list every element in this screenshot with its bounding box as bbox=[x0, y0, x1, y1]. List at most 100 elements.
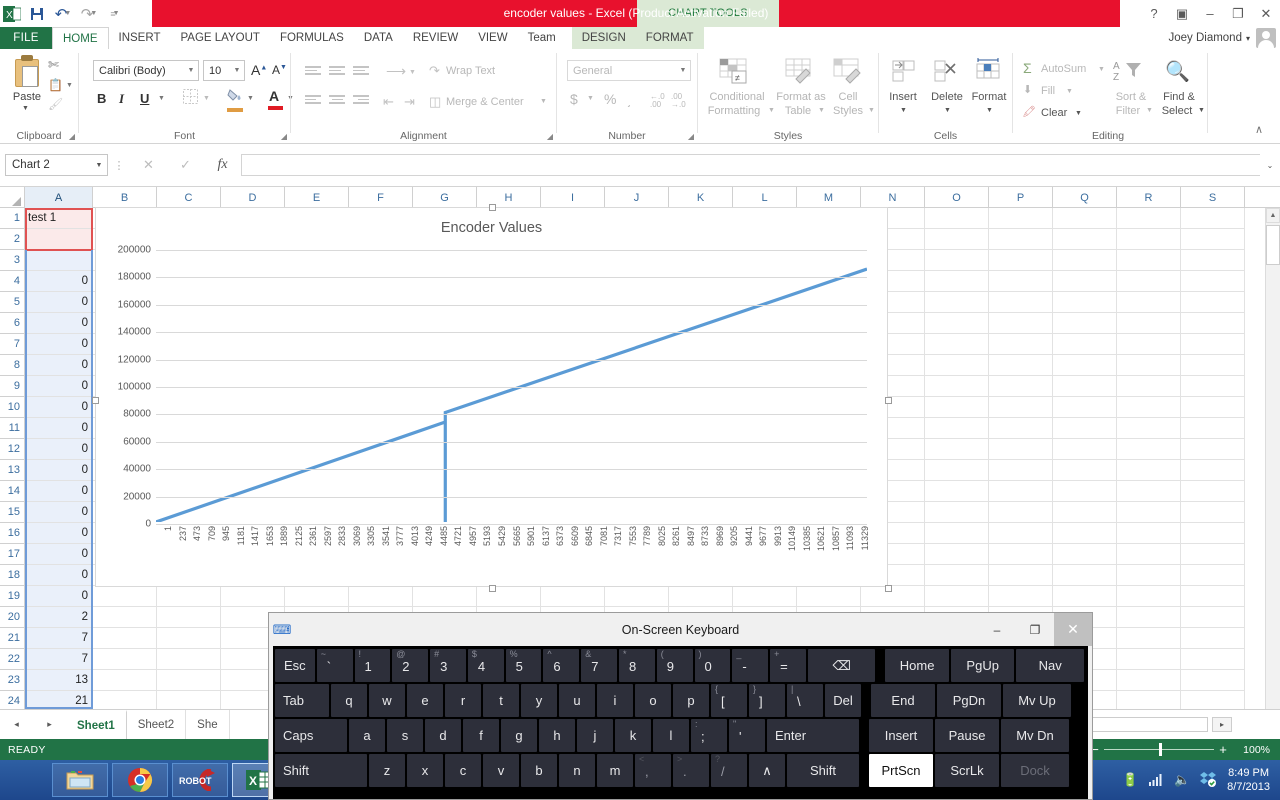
cell-A19[interactable]: 0 bbox=[25, 586, 93, 607]
column-header-g[interactable]: G bbox=[413, 187, 477, 208]
bold-button[interactable]: B bbox=[97, 91, 106, 106]
osk-key-7[interactable]: & 7 bbox=[581, 649, 617, 682]
cell-P19[interactable] bbox=[989, 586, 1053, 607]
collapse-ribbon-icon[interactable]: ∧ bbox=[1255, 123, 1263, 136]
cell-A9[interactable]: 0 bbox=[25, 376, 93, 397]
cell-S4[interactable] bbox=[1181, 271, 1245, 292]
cell-C23[interactable] bbox=[157, 670, 221, 691]
row-header-10[interactable]: 10 bbox=[0, 397, 25, 418]
osk-key-1[interactable]: ! 1 bbox=[354, 649, 391, 682]
cell-S13[interactable] bbox=[1181, 460, 1245, 481]
fill-label[interactable]: Fill bbox=[1041, 85, 1055, 97]
chart-title[interactable]: Encoder Values bbox=[96, 220, 887, 236]
cell-P7[interactable] bbox=[989, 334, 1053, 355]
cell-A13[interactable]: 0 bbox=[25, 460, 93, 481]
cell-Q14[interactable] bbox=[1053, 481, 1117, 502]
osk-key-j[interactable]: j bbox=[577, 719, 613, 752]
paste-icon[interactable] bbox=[12, 55, 42, 89]
vertical-scroll-thumb[interactable] bbox=[1266, 225, 1280, 265]
cell-P5[interactable] bbox=[989, 292, 1053, 313]
row-header-1[interactable]: 1 bbox=[0, 208, 25, 229]
cell-A3[interactable] bbox=[25, 250, 93, 271]
cell-Q4[interactable] bbox=[1053, 271, 1117, 292]
cell-S18[interactable] bbox=[1181, 565, 1245, 586]
cell-R15[interactable] bbox=[1117, 502, 1181, 523]
scroll-up-arrow-icon[interactable]: ▲ bbox=[1266, 208, 1280, 223]
cell-P9[interactable] bbox=[989, 376, 1053, 397]
sort-filter-caret-icon[interactable]: ▼ bbox=[1146, 107, 1153, 114]
cell-S23[interactable] bbox=[1181, 670, 1245, 691]
osk-key-c[interactable]: c bbox=[445, 754, 481, 787]
cell-A12[interactable]: 0 bbox=[25, 439, 93, 460]
cell-O1[interactable] bbox=[925, 208, 989, 229]
zoom-slider[interactable] bbox=[1104, 739, 1214, 760]
osk-key-prtscn[interactable]: PrtScn bbox=[869, 754, 933, 787]
osk-key-mv-dn[interactable]: Mv Dn bbox=[1001, 719, 1069, 752]
format-as-table-label-1[interactable]: Format as bbox=[776, 91, 826, 103]
osk-key-h[interactable]: h bbox=[539, 719, 575, 752]
cell-B22[interactable] bbox=[93, 649, 157, 670]
cell-A16[interactable]: 0 bbox=[25, 523, 93, 544]
cell-A5[interactable]: 0 bbox=[25, 292, 93, 313]
currency-caret-icon[interactable]: ▼ bbox=[587, 95, 594, 102]
cell-Q9[interactable] bbox=[1053, 376, 1117, 397]
osk-key-a[interactable]: a bbox=[349, 719, 385, 752]
cell-R10[interactable] bbox=[1117, 397, 1181, 418]
font-size-caret-icon[interactable]: ▼ bbox=[230, 67, 244, 74]
osk-key--[interactable]: + = bbox=[770, 649, 806, 682]
find-select-icon[interactable]: 🔍 bbox=[1165, 59, 1190, 84]
osk-key--[interactable]: ? / bbox=[711, 754, 747, 787]
osk-key-u[interactable]: u bbox=[559, 684, 595, 717]
osk-key-n[interactable]: n bbox=[559, 754, 595, 787]
underline-button[interactable]: U bbox=[140, 91, 149, 106]
sheet-nav-arrows[interactable]: ◂ ▸ bbox=[0, 719, 66, 730]
sort-filter-icon[interactable]: AZ bbox=[1113, 59, 1143, 90]
cell-O5[interactable] bbox=[925, 292, 989, 313]
cell-P6[interactable] bbox=[989, 313, 1053, 334]
expand-formula-bar-icon[interactable]: ⌄ bbox=[1260, 161, 1280, 170]
fill-icon[interactable]: ⬇ bbox=[1023, 83, 1032, 96]
cell-P18[interactable] bbox=[989, 565, 1053, 586]
cell-R18[interactable] bbox=[1117, 565, 1181, 586]
format-cells-icon[interactable] bbox=[975, 57, 1003, 90]
chart-object[interactable]: Encoder Values 0 20000 40000 60000 80000 1000… bbox=[92, 204, 892, 592]
cell-P12[interactable] bbox=[989, 439, 1053, 460]
osk-key-caps[interactable]: Caps bbox=[275, 719, 347, 752]
cell-R1[interactable] bbox=[1117, 208, 1181, 229]
row-header-17[interactable]: 17 bbox=[0, 544, 25, 565]
osk-key-2[interactable]: @2 bbox=[392, 649, 429, 682]
osk-key-g[interactable]: g bbox=[501, 719, 537, 752]
column-header-k[interactable]: K bbox=[669, 187, 733, 208]
cell-R14[interactable] bbox=[1117, 481, 1181, 502]
taskbar-item-robot[interactable]: ROBOT bbox=[172, 763, 228, 797]
orientation-caret-icon[interactable]: ▼ bbox=[409, 69, 416, 76]
sheet-next-icon[interactable]: ▸ bbox=[47, 719, 52, 730]
dropbox-icon[interactable] bbox=[1195, 771, 1221, 790]
osk-key-pause[interactable]: Pause bbox=[935, 719, 999, 752]
osk-key-e[interactable]: e bbox=[407, 684, 443, 717]
taskbar-clock[interactable]: 8:49 PM 8/7/2013 bbox=[1221, 766, 1280, 794]
cell-S10[interactable] bbox=[1181, 397, 1245, 418]
cell-R7[interactable] bbox=[1117, 334, 1181, 355]
cell-R23[interactable] bbox=[1117, 670, 1181, 691]
column-header-b[interactable]: B bbox=[93, 187, 157, 208]
osk-key--[interactable]: <, bbox=[635, 754, 671, 787]
select-all-button[interactable] bbox=[0, 187, 25, 208]
increase-indent-icon[interactable]: ⇥ bbox=[404, 94, 415, 110]
cell-Q6[interactable] bbox=[1053, 313, 1117, 334]
merge-center-label[interactable]: Merge & Center bbox=[446, 96, 524, 108]
fill-color-icon[interactable] bbox=[227, 87, 243, 112]
cell-R13[interactable] bbox=[1117, 460, 1181, 481]
cell-Q18[interactable] bbox=[1053, 565, 1117, 586]
delete-cells-icon[interactable] bbox=[933, 59, 959, 90]
tab-home[interactable]: HOME bbox=[52, 27, 109, 49]
on-screen-keyboard-window[interactable]: ⌨ On-Screen Keyboard – ❐ ✕ Esc ~ `! 1 @2 #3 $4… bbox=[268, 612, 1093, 800]
wrap-text-label[interactable]: Wrap Text bbox=[446, 65, 495, 77]
cell-styles-caret-icon[interactable]: ▼ bbox=[868, 107, 875, 114]
decrease-font-size-icon[interactable]: A▼ bbox=[272, 63, 287, 77]
cell-P3[interactable] bbox=[989, 250, 1053, 271]
font-size-combo[interactable]: 10 ▼ bbox=[203, 60, 245, 81]
cell-S15[interactable] bbox=[1181, 502, 1245, 523]
font-dialog-launcher[interactable]: ◢ bbox=[281, 132, 287, 141]
cell-S14[interactable] bbox=[1181, 481, 1245, 502]
